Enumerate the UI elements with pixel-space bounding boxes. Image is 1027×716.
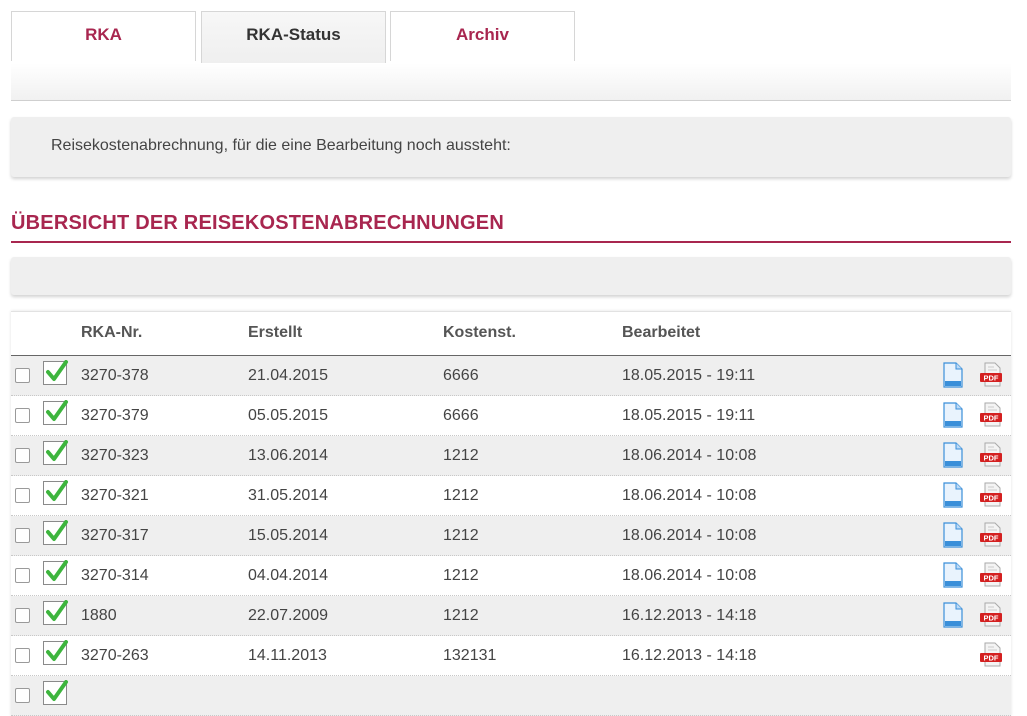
cell-kostenstelle: 1212	[443, 607, 479, 624]
cell-bearbeitet: 18.05.2015 - 19:11	[622, 367, 756, 384]
cell-kostenstelle: 6666	[443, 367, 479, 384]
cell-erstellt: 21.04.2015	[248, 367, 329, 384]
cell-erstellt: 13.06.2014	[248, 447, 329, 464]
cell-erstellt: 14.11.2013	[248, 647, 327, 664]
header-rka-nr[interactable]: RKA-Nr.	[81, 324, 142, 342]
row-select-checkbox[interactable]	[15, 688, 30, 703]
cell-bearbeitet: 18.06.2014 - 10:08	[622, 487, 757, 504]
table-row[interactable]: 3270-379 05.05.2015 6666 18.05.2015 - 19:11…	[11, 396, 1011, 436]
cell-bearbeitet: 16.12.2013 - 14:18	[622, 607, 757, 624]
table-row[interactable]: 3270-317 15.05.2014 1212 18.06.2014 - 10:08…	[11, 516, 1011, 556]
approved-check-icon	[43, 680, 68, 705]
info-text: Reisekostenabrechnung, für die eine Bear…	[51, 137, 511, 154]
cell-rka-nr: 1880	[81, 607, 117, 624]
cell-rka-nr: 3270-379	[81, 407, 149, 424]
cell-rka-nr: 3270-317	[81, 527, 149, 544]
approved-check-icon	[43, 600, 68, 625]
approved-check-icon	[43, 520, 68, 545]
approved-check-icon	[43, 640, 68, 665]
row-select-checkbox[interactable]	[15, 648, 30, 663]
cell-kostenstelle: 1212	[443, 447, 479, 464]
approved-check-icon	[43, 360, 68, 385]
document-icon[interactable]	[943, 442, 963, 468]
cell-rka-nr: 3270-314	[81, 567, 149, 584]
svg-text:PDF: PDF	[984, 494, 999, 503]
approved-check-icon	[43, 400, 68, 425]
pdf-icon[interactable]: PDF	[979, 362, 1003, 388]
table-row[interactable]: 3270-321 31.05.2014 1212 18.06.2014 - 10:08…	[11, 476, 1011, 516]
svg-text:PDF: PDF	[984, 654, 999, 663]
document-icon[interactable]	[943, 522, 963, 548]
svg-text:PDF: PDF	[984, 414, 999, 423]
row-select-checkbox[interactable]	[15, 408, 30, 423]
svg-text:PDF: PDF	[984, 534, 999, 543]
pdf-icon[interactable]: PDF	[979, 442, 1003, 468]
approved-check-icon	[43, 560, 68, 585]
tab-content-bar	[11, 63, 1011, 101]
toolbar	[11, 257, 1011, 295]
svg-text:PDF: PDF	[984, 574, 999, 583]
cell-bearbeitet: 18.06.2014 - 10:08	[622, 567, 757, 584]
cell-erstellt: 04.04.2014	[248, 567, 329, 584]
tab-rka[interactable]: RKA	[11, 11, 196, 61]
approved-check-icon	[43, 440, 68, 465]
cell-kostenstelle: 1212	[443, 527, 479, 544]
table-row[interactable]: 3270-378 21.04.2015 6666 18.05.2015 - 19:11…	[11, 356, 1011, 396]
cell-erstellt: 15.05.2014	[248, 527, 329, 544]
tab-bar: RKA RKA-Status Archiv	[11, 11, 1011, 63]
tab-archiv[interactable]: Archiv	[390, 11, 575, 61]
document-icon[interactable]	[943, 362, 963, 388]
section-divider	[11, 241, 1011, 243]
document-icon[interactable]	[943, 482, 963, 508]
cell-bearbeitet: 18.06.2014 - 10:08	[622, 527, 757, 544]
approved-check-icon	[43, 480, 68, 505]
svg-text:PDF: PDF	[984, 374, 999, 383]
document-icon[interactable]	[943, 602, 963, 628]
table-header: RKA-Nr. Erstellt Kostenst. Bearbeitet	[11, 312, 1011, 356]
table-row[interactable]: 1880 22.07.2009 1212 16.12.2013 - 14:18 PDF	[11, 596, 1011, 636]
pdf-icon[interactable]: PDF	[979, 562, 1003, 588]
section-title: ÜBERSICHT DER REISEKOSTENABRECHNUNGEN	[11, 212, 504, 234]
pdf-icon[interactable]: PDF	[979, 522, 1003, 548]
cell-erstellt: 22.07.2009	[248, 607, 329, 624]
info-box: Reisekostenabrechnung, für die eine Bear…	[11, 117, 1011, 177]
row-select-checkbox[interactable]	[15, 448, 30, 463]
header-erstellt[interactable]: Erstellt	[248, 324, 302, 342]
cell-erstellt: 31.05.2014	[248, 487, 329, 504]
row-select-checkbox[interactable]	[15, 528, 30, 543]
tab-rka-status[interactable]: RKA-Status	[201, 11, 386, 63]
header-bearbeitet[interactable]: Bearbeitet	[622, 324, 700, 342]
cell-kostenstelle: 132131	[443, 647, 497, 664]
table-row[interactable]: 3270-314 04.04.2014 1212 18.06.2014 - 10:08…	[11, 556, 1011, 596]
row-select-checkbox[interactable]	[15, 608, 30, 623]
cell-bearbeitet: 16.12.2013 - 14:18	[622, 647, 757, 664]
row-select-checkbox[interactable]	[15, 488, 30, 503]
pdf-icon[interactable]: PDF	[979, 402, 1003, 428]
cell-rka-nr: 3270-321	[81, 487, 149, 504]
header-kostenstelle[interactable]: Kostenst.	[443, 324, 516, 342]
table-row[interactable]	[11, 676, 1011, 716]
table-row[interactable]: 3270-323 13.06.2014 1212 18.06.2014 - 10:08…	[11, 436, 1011, 476]
cell-erstellt: 05.05.2015	[248, 407, 329, 424]
pdf-icon[interactable]: PDF	[979, 602, 1003, 628]
pdf-icon[interactable]: PDF	[979, 482, 1003, 508]
cell-kostenstelle: 1212	[443, 567, 479, 584]
cell-bearbeitet: 18.05.2015 - 19:11	[622, 407, 756, 424]
document-icon[interactable]	[943, 402, 963, 428]
cell-rka-nr: 3270-323	[81, 447, 149, 464]
pdf-icon[interactable]: PDF	[979, 642, 1003, 668]
rka-table: RKA-Nr. Erstellt Kostenst. Bearbeitet 32…	[11, 311, 1011, 716]
svg-text:PDF: PDF	[984, 454, 999, 463]
cell-rka-nr: 3270-378	[81, 367, 149, 384]
document-icon[interactable]	[943, 562, 963, 588]
cell-kostenstelle: 6666	[443, 407, 479, 424]
table-body: 3270-378 21.04.2015 6666 18.05.2015 - 19:11…	[11, 356, 1011, 716]
table-row[interactable]: 3270-263 14.11.2013 132131 16.12.2013 - 14:…	[11, 636, 1011, 676]
row-select-checkbox[interactable]	[15, 368, 30, 383]
cell-kostenstelle: 1212	[443, 487, 479, 504]
svg-text:PDF: PDF	[984, 614, 999, 623]
row-select-checkbox[interactable]	[15, 568, 30, 583]
cell-bearbeitet: 18.06.2014 - 10:08	[622, 447, 757, 464]
cell-rka-nr: 3270-263	[81, 647, 149, 664]
